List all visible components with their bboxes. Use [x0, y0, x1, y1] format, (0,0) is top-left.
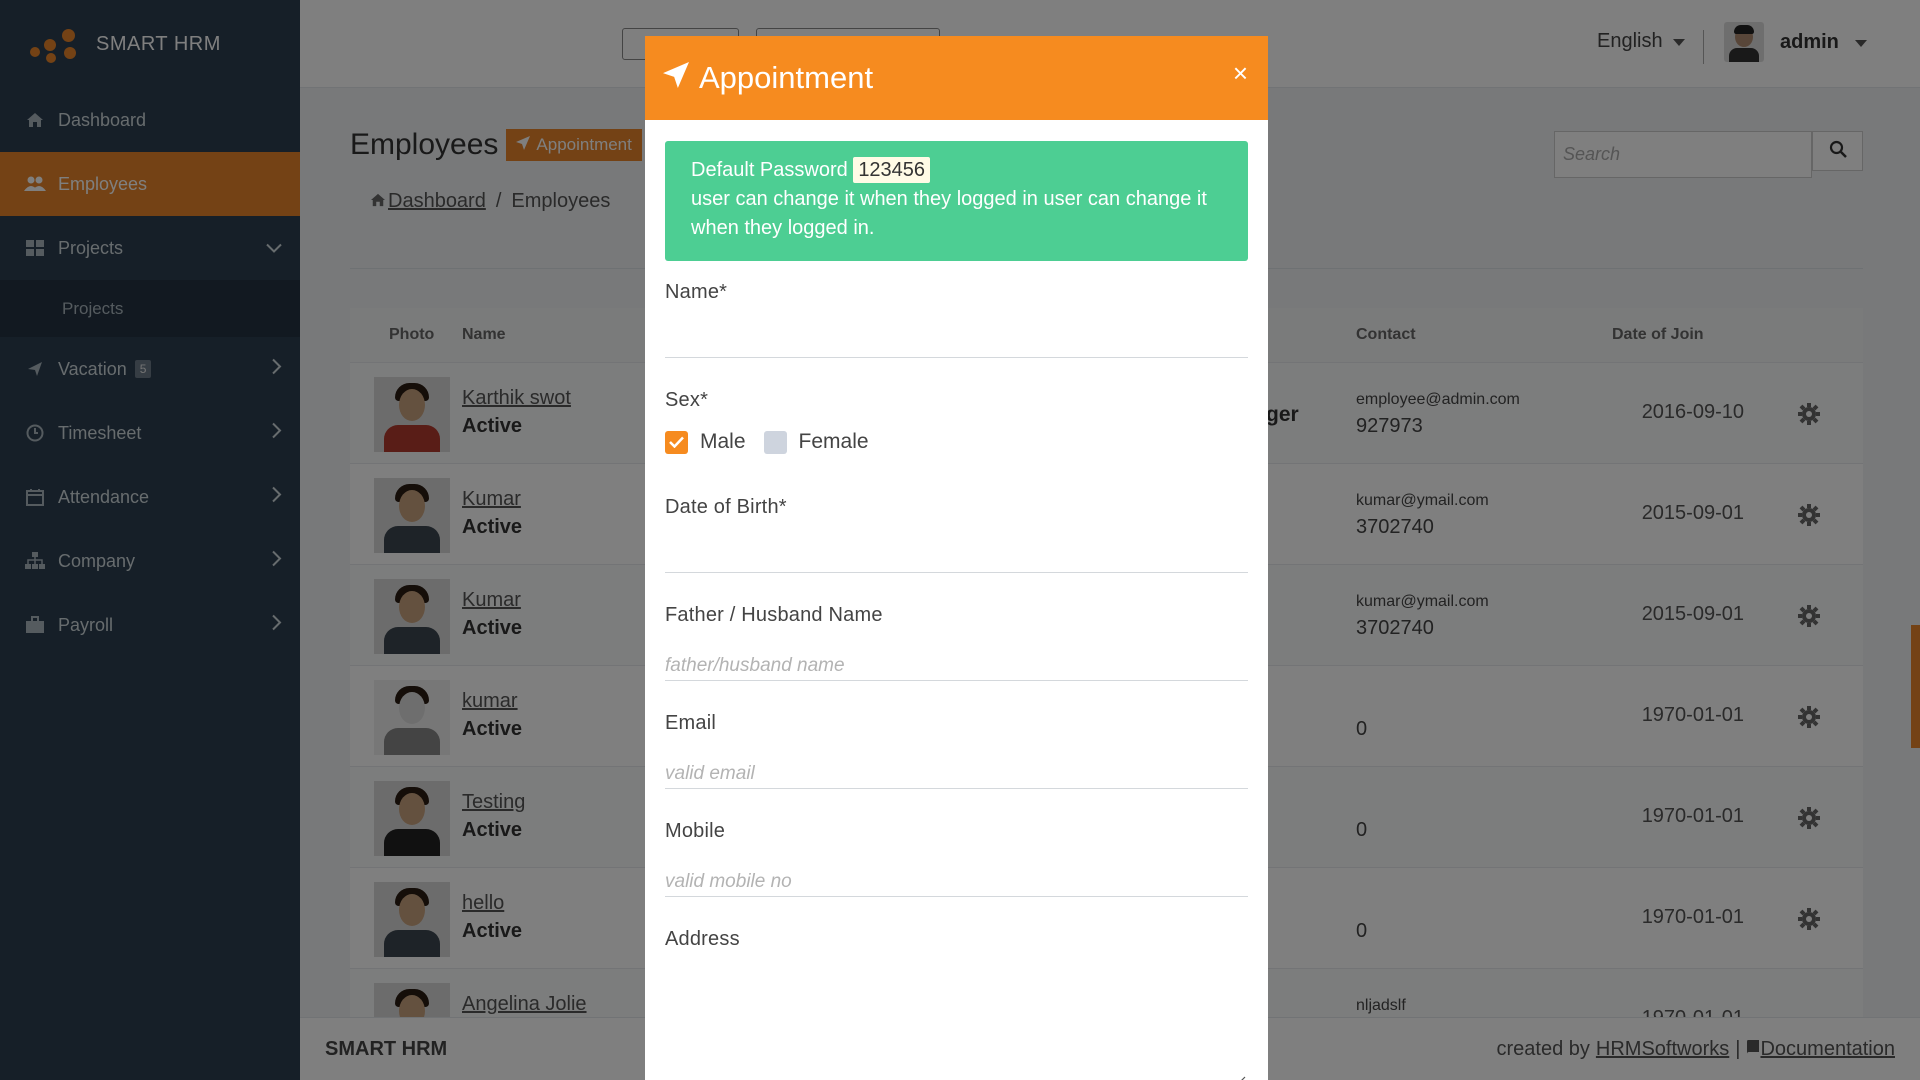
address-field[interactable]	[665, 961, 1248, 1080]
sex-label: Sex*	[665, 389, 709, 411]
address-label: Address	[665, 928, 740, 950]
default-password-alert: Default Password 123456 user can change …	[665, 141, 1248, 261]
email-field[interactable]	[665, 735, 1248, 789]
date-of-birth-field[interactable]	[665, 519, 1248, 573]
female-checkbox[interactable]	[763, 430, 787, 454]
modal-body: Default Password 123456 user can change …	[645, 120, 1268, 1080]
location-arrow-icon	[663, 60, 689, 96]
name-label: Name*	[665, 281, 728, 303]
appointment-modal: Appointment × Default Password 123456 us…	[645, 36, 1268, 1080]
date-of-birth-label: Date of Birth*	[665, 496, 787, 518]
mobile-label: Mobile	[665, 820, 726, 842]
father-husband-name-field[interactable]	[665, 627, 1248, 681]
male-label: Male	[700, 430, 746, 453]
modal-title: Appointment	[699, 60, 874, 95]
alert-prefix: Default Password	[691, 159, 848, 181]
mobile-field[interactable]	[665, 843, 1248, 897]
email-label: Email	[665, 712, 717, 734]
close-button[interactable]: ×	[1233, 58, 1248, 89]
default-password-value: 123456	[853, 157, 931, 183]
female-label: Female	[798, 430, 869, 453]
father-husband-name-label: Father / Husband Name	[665, 604, 883, 626]
resize-handle-icon[interactable]	[1236, 1072, 1246, 1080]
name-field[interactable]	[665, 304, 1248, 358]
alert-text: user can change it when they logged in u…	[691, 188, 1207, 239]
modal-header: Appointment ×	[645, 36, 1268, 120]
male-checkbox[interactable]	[665, 430, 688, 454]
sex-options: Male Female	[665, 430, 1248, 454]
